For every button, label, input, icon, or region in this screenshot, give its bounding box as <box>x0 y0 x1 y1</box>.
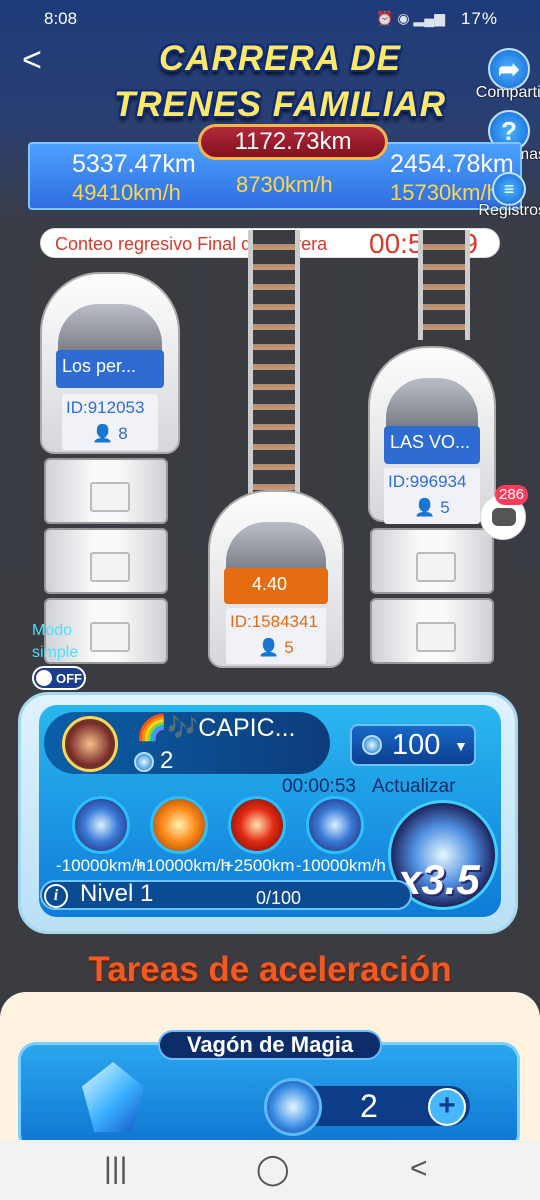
level-label: Nivel 1 <box>80 880 154 907</box>
train-center-nose: 4.40 ID:1584341 👤 5 <box>208 490 344 668</box>
chat-badge: 286 <box>495 485 529 505</box>
train-left-nose: Los per... ID:912053 👤 8 <box>40 272 180 454</box>
toggle-knob <box>36 670 52 686</box>
coin-value: 100 <box>392 729 441 761</box>
toggle-state: OFF <box>56 671 82 686</box>
team-members: 👤 8 <box>92 424 128 443</box>
signal-icons: ⏰ ◉ ▂▄▆ <box>376 10 445 26</box>
boost-label: +10000km/h <box>136 856 231 875</box>
team-id: ID:1584341 <box>230 612 318 631</box>
wagon <box>44 528 168 594</box>
wagon <box>370 598 494 664</box>
game-screen: 8:08 ⏰ ◉ ▂▄▆ 17% < CARRERA DE TRENES FAM… <box>0 0 540 1200</box>
boost-slow-icon[interactable] <box>306 796 364 854</box>
team-id: ID:996934 <box>388 472 467 491</box>
member-count: 5 <box>284 638 294 657</box>
team-plate: LAS VO... <box>384 426 480 464</box>
center-speed: 8730km/h <box>236 172 333 197</box>
back-nav-icon[interactable]: < <box>410 1152 428 1186</box>
team-id: ID:912053 <box>66 398 145 417</box>
title-line-2: TRENES FAMILIAR <box>114 85 446 124</box>
status-time: 8:08 <box>44 9 78 28</box>
boost-speed-icon[interactable] <box>150 796 208 854</box>
magic-wagon-title: Vagón de Magia <box>158 1030 382 1060</box>
status-bar: 8:08 ⏰ ◉ ▂▄▆ 17% <box>0 0 540 36</box>
player-name: 🌈🎶CAPIC... <box>136 714 296 742</box>
left-distance: 5337.47km <box>72 150 196 178</box>
team-id-box: ID:996934 👤 5 <box>384 468 480 524</box>
avatar[interactable] <box>62 716 118 772</box>
plus-button[interactable]: + <box>428 1088 466 1126</box>
team-name: LAS VO... <box>390 432 471 452</box>
gem-icon <box>134 752 154 772</box>
info-icon[interactable]: i <box>44 884 68 908</box>
boost-slow-icon[interactable] <box>72 796 130 854</box>
simple-mode-label: Modo simple <box>32 622 79 661</box>
team-plate: Los per... <box>56 350 164 388</box>
recent-apps-icon[interactable]: ||| <box>104 1152 127 1186</box>
simple-mode-toggle[interactable]: OFF <box>32 666 86 690</box>
title-line-1: CARRERA DE <box>158 39 402 78</box>
gem-icon <box>264 1078 322 1136</box>
left-speed: 49410km/h <box>72 180 181 205</box>
level-progress: 0/100 <box>256 888 302 908</box>
boost-label: -10000km/h <box>56 856 146 875</box>
battery-level: 17% <box>460 9 498 28</box>
team-id-box: ID:912053 👤 8 <box>62 394 158 450</box>
boost-label: -10000km/h <box>296 856 386 875</box>
team-members: 👤 5 <box>414 498 450 517</box>
coin-selector[interactable]: 100 ▼ <box>350 724 476 766</box>
gem-icon <box>362 735 382 755</box>
refresh-button[interactable]: Actualizar <box>372 776 455 798</box>
rails-right <box>418 230 470 340</box>
chat-icon <box>492 508 516 526</box>
team-members: 👤 5 <box>258 638 294 657</box>
android-nav-bar: ||| ◯ < <box>0 1140 540 1200</box>
home-icon[interactable]: ◯ <box>256 1152 290 1187</box>
quantity-value: 2 <box>360 1088 378 1124</box>
refresh-timer: 00:00:53 <box>282 776 356 797</box>
wagon <box>44 458 168 524</box>
boost-label: +2500km <box>224 856 295 875</box>
chevron-down-icon: ▼ <box>454 738 468 754</box>
records-icon: ≡ <box>492 172 526 206</box>
team-plate: 4.40 <box>224 568 328 604</box>
team-name: Los per... <box>62 356 137 376</box>
page-title: CARRERA DE TRENES FAMILIAR <box>70 36 490 128</box>
train-right-nose: LAS VO... ID:996934 👤 5 <box>368 346 496 524</box>
share-button[interactable]: ➦ Compartir <box>476 48 540 101</box>
tasks-title: Tareas de aceleración <box>88 950 452 989</box>
rails-center <box>248 230 300 520</box>
records-label: Registros <box>478 202 540 219</box>
records-button[interactable]: ≡ Registros <box>478 172 540 219</box>
chat-button[interactable]: 286 <box>480 485 529 540</box>
player-gems: 2 <box>160 747 174 774</box>
center-distance: 1172.73km <box>198 124 388 160</box>
team-name: 4.40 <box>252 574 288 594</box>
boost-distance-icon[interactable] <box>228 796 286 854</box>
team-id-box: ID:1584341 👤 5 <box>226 608 326 664</box>
member-count: 8 <box>118 424 128 443</box>
wagon <box>370 528 494 594</box>
share-label: Compartir <box>475 84 540 101</box>
back-icon[interactable]: < <box>22 43 50 77</box>
member-count: 5 <box>440 498 450 517</box>
